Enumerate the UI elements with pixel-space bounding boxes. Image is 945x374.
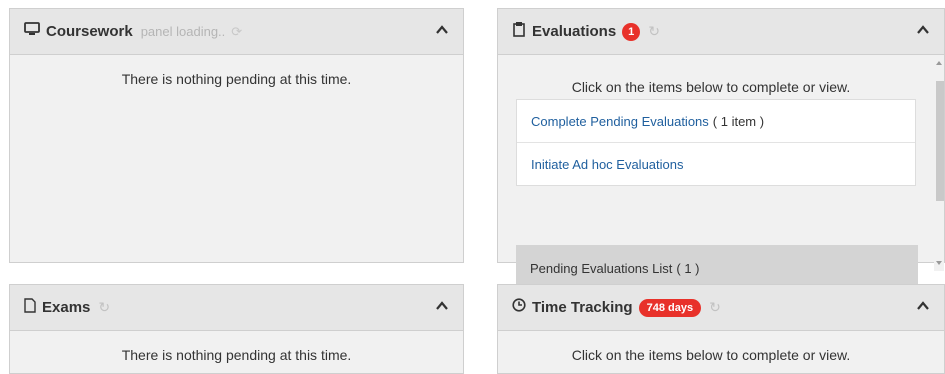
initiate-ad-hoc-evaluations-link[interactable]: Initiate Ad hoc Evaluations	[531, 157, 684, 172]
time-tracking-panel-header[interactable]: Time Tracking 748 days ↻	[498, 285, 944, 331]
scroll-thumb[interactable]	[936, 81, 944, 201]
exams-title: Exams	[42, 299, 91, 316]
scroll-up-arrow-icon[interactable]	[936, 61, 942, 65]
pending-evaluations-count: ( 1 )	[676, 260, 700, 276]
scroll-down-arrow-icon[interactable]	[936, 261, 942, 265]
scrollbar[interactable]	[934, 55, 944, 271]
exams-panel: Exams ↻ There is nothing pending at this…	[9, 284, 464, 374]
evaluations-panel: Evaluations 1 ↻ Click on the items below…	[497, 8, 945, 291]
clock-icon	[512, 298, 526, 317]
chevron-up-icon[interactable]	[435, 23, 449, 37]
monitor-icon	[24, 22, 40, 41]
refresh-icon[interactable]: ↻	[709, 299, 721, 316]
evaluations-count-badge: 1	[622, 22, 641, 41]
time-tracking-title: Time Tracking	[532, 299, 633, 316]
panel-loading-text: panel loading..	[140, 24, 226, 39]
evaluations-panel-header[interactable]: Evaluations 1 ↻	[498, 9, 944, 55]
coursework-title: Coursework	[46, 23, 133, 40]
evaluations-links-list: Complete Pending Evaluations ( 1 item ) …	[516, 99, 916, 186]
coursework-empty-message: There is nothing pending at this time.	[121, 71, 352, 87]
coursework-panel: Coursework panel loading.. ⟳ There is no…	[9, 8, 464, 263]
coursework-panel-header[interactable]: Coursework panel loading.. ⟳	[10, 9, 463, 55]
list-item[interactable]: Initiate Ad hoc Evaluations	[517, 142, 915, 185]
time-tracking-panel: Time Tracking 748 days ↻ Click on the it…	[497, 284, 945, 374]
pending-evaluations-label: Pending Evaluations List	[530, 260, 673, 276]
chevron-up-icon[interactable]	[916, 23, 930, 37]
chevron-up-icon[interactable]	[435, 299, 449, 313]
time-tracking-instruction: Click on the items below to complete or …	[571, 347, 851, 363]
list-item[interactable]: Complete Pending Evaluations ( 1 item )	[517, 100, 915, 142]
chevron-up-icon[interactable]	[916, 299, 930, 313]
complete-pending-evaluations-link[interactable]: Complete Pending Evaluations	[531, 114, 709, 129]
spinner-icon: ⟳	[231, 23, 243, 39]
item-count: ( 1 item )	[712, 113, 765, 129]
exams-panel-header[interactable]: Exams ↻	[10, 285, 463, 331]
exams-empty-message: There is nothing pending at this time.	[121, 347, 352, 363]
time-tracking-days-badge: 748 days	[638, 298, 702, 317]
clipboard-icon	[512, 21, 526, 42]
refresh-icon[interactable]: ↻	[648, 23, 660, 40]
evaluations-instruction: Click on the items below to complete or …	[571, 79, 851, 95]
evaluations-title: Evaluations	[532, 23, 617, 40]
document-icon	[24, 297, 36, 318]
refresh-icon[interactable]: ↻	[98, 299, 110, 316]
